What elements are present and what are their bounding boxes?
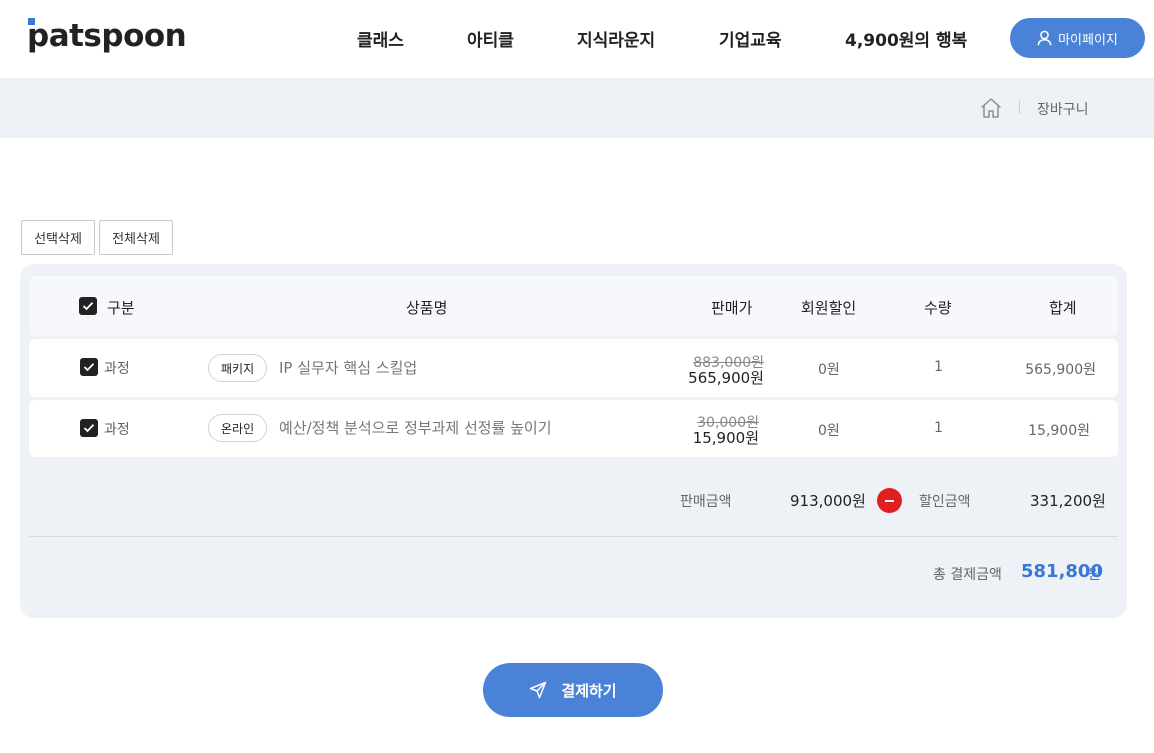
item-quantity: 1 <box>934 359 943 375</box>
item-product-name[interactable]: IP 실무자 핵심 스킬업 <box>279 357 417 378</box>
item-category: 과정 <box>104 361 130 377</box>
column-category: 구분 <box>107 299 135 317</box>
item-member-discount: 0원 <box>818 423 840 439</box>
delete-selected-button[interactable]: 선택삭제 <box>21 220 95 255</box>
summary-divider <box>29 536 1118 537</box>
item-type-badge: 패키지 <box>208 354 268 382</box>
item-category: 과정 <box>104 422 130 438</box>
total-payment-unit: 원 <box>1088 567 1101 583</box>
check-icon <box>82 302 94 311</box>
column-product: 상품명 <box>406 299 448 317</box>
checkout-button[interactable]: 결제하기 <box>483 663 663 717</box>
minus-circle-icon <box>877 488 902 513</box>
cart-item-row: 과정 패키지 IP 실무자 핵심 스킬업 883,000원 565,900원 0… <box>29 339 1118 397</box>
item-checkbox[interactable] <box>80 419 98 437</box>
mypage-label: 마이페이지 <box>1058 32 1118 48</box>
select-all-checkbox[interactable] <box>79 297 97 315</box>
column-total: 합계 <box>1049 299 1077 317</box>
sale-amount-value: 913,000원 <box>790 492 866 510</box>
item-total: 565,900원 <box>1025 362 1096 378</box>
send-icon <box>530 681 547 699</box>
item-sale-price: 15,900원 <box>692 429 759 447</box>
column-member-discount: 회원할인 <box>801 299 857 317</box>
nav-item-classes[interactable]: 클래스 <box>357 26 404 51</box>
breadcrumb-current: 장바구니 <box>1037 102 1089 118</box>
site-header: patspoon 클래스 아티클 지식라운지 기업교육 4,900원의 행복 마… <box>0 0 1154 78</box>
nav-item-articles[interactable]: 아티클 <box>467 26 514 51</box>
item-type-badge: 온라인 <box>208 414 268 442</box>
item-total: 15,900원 <box>1028 423 1090 439</box>
logo-accent-dot <box>28 18 35 25</box>
item-quantity: 1 <box>934 420 943 436</box>
breadcrumb-separator <box>1019 100 1020 114</box>
check-icon <box>83 424 95 433</box>
nav-item-knowledge-lounge[interactable]: 지식라운지 <box>577 26 655 51</box>
logo-text: patspoon <box>27 18 187 54</box>
cart-table-header: 구분 상품명 판매가 회원할인 수량 합계 <box>29 276 1118 336</box>
item-checkbox[interactable] <box>80 358 98 376</box>
item-member-discount: 0원 <box>818 362 840 378</box>
mypage-button[interactable]: 마이페이지 <box>1010 18 1145 58</box>
patspoon-logo[interactable]: patspoon <box>27 12 187 54</box>
item-product-name[interactable]: 예산/정책 분석으로 정부과제 선정률 높이기 <box>279 417 552 438</box>
discount-amount-label: 할인금액 <box>919 494 971 510</box>
column-quantity: 수량 <box>924 299 952 317</box>
check-icon <box>83 363 95 372</box>
sale-amount-label: 판매금액 <box>680 494 732 510</box>
column-price: 판매가 <box>711 299 753 317</box>
discount-amount-value: 331,200원 <box>1030 492 1106 510</box>
total-payment-label: 총 결제금액 <box>933 567 1002 583</box>
home-icon[interactable] <box>979 96 1003 120</box>
checkout-label: 결제하기 <box>561 681 617 700</box>
cart-item-row: 과정 온라인 예산/정책 분석으로 정부과제 선정률 높이기 30,000원 1… <box>29 400 1118 457</box>
nav-item-corporate-education[interactable]: 기업교육 <box>719 26 782 51</box>
nav-item-4900-happiness[interactable]: 4,900원의 행복 <box>845 26 967 51</box>
delete-all-button[interactable]: 전체삭제 <box>99 220 173 255</box>
user-icon <box>1037 30 1052 46</box>
item-sale-price: 565,900원 <box>688 369 764 387</box>
